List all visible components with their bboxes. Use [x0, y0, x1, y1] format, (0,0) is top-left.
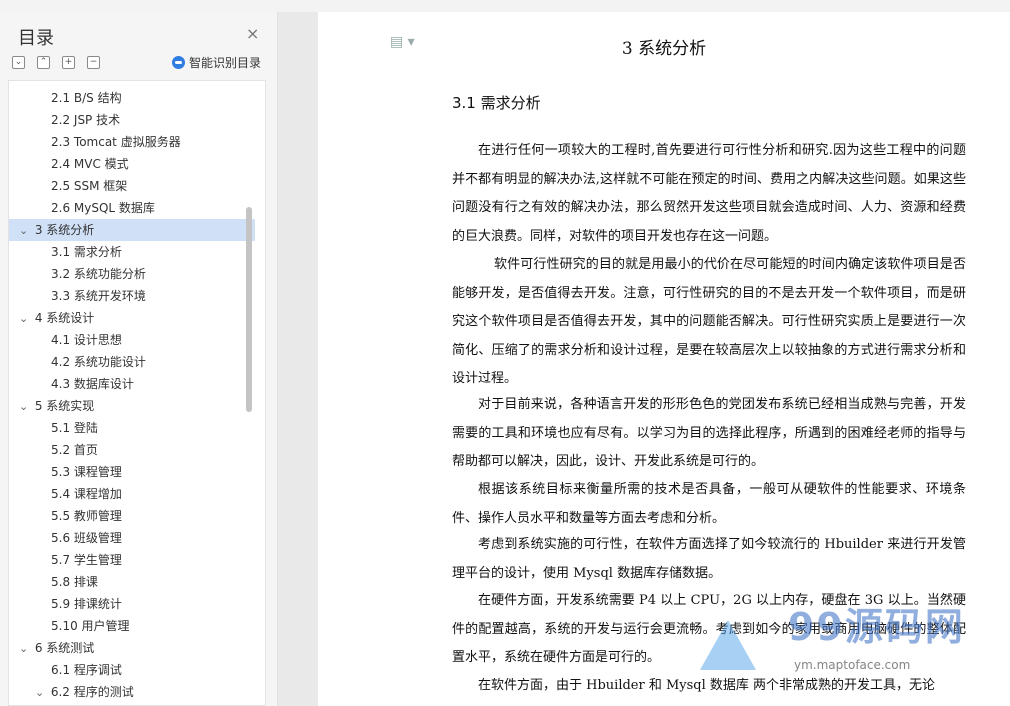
toc-item[interactable]: 5.7 学生管理: [9, 549, 265, 571]
toc-item[interactable]: 4.1 设计思想: [9, 329, 265, 351]
toc-item[interactable]: 6.1 程序调试: [9, 659, 265, 681]
toc-item[interactable]: 2.3 Tomcat 虚拟服务器: [9, 131, 265, 153]
chevron-down-icon[interactable]: ⌄: [35, 682, 47, 704]
remove-heading-icon[interactable]: −: [87, 56, 100, 69]
chevron-down-icon[interactable]: ⌄: [19, 638, 31, 660]
toc-item[interactable]: 2.6 MySQL 数据库: [9, 197, 265, 219]
chevron-down-icon[interactable]: ⌄: [19, 220, 31, 242]
toc-item[interactable]: 2.5 SSM 框架: [9, 175, 265, 197]
toc-item[interactable]: ⌄ 6 系统测试: [9, 637, 255, 659]
toc-toolbar: ⌄ ⌃ + −: [12, 56, 100, 69]
toc-item[interactable]: 5.4 课程增加: [9, 483, 265, 505]
chevron-down-icon[interactable]: ⌄: [19, 308, 31, 330]
toc-item[interactable]: 5.1 登陆: [9, 417, 265, 439]
toc-item[interactable]: 3.3 系统开发环境: [9, 285, 265, 307]
toc-item[interactable]: 3.1 需求分析: [9, 241, 265, 263]
smart-toc-label: 智能识别目录: [189, 56, 262, 70]
chevron-down-icon[interactable]: ⌄: [19, 396, 31, 418]
collapse-all-icon[interactable]: ⌄: [12, 56, 25, 69]
toc-item[interactable]: 5.2 首页: [9, 439, 265, 461]
toc-item[interactable]: 5.8 排课: [9, 571, 265, 593]
chapter-title: 3 系统分析: [621, 39, 707, 59]
toc-item[interactable]: 5.6 班级管理: [9, 527, 265, 549]
toc-list: 2.1 B/S 结构 2.2 JSP 技术 2.3 Tomcat 虚拟服务器 2…: [8, 80, 266, 706]
close-icon[interactable]: ×: [246, 24, 259, 43]
paragraph: 根据该系统目标来衡量所需的技术是否具备，一般可从硬软件的性能要求、环境条件、操作…: [452, 482, 966, 526]
toc-item[interactable]: ⌄ 4 系统设计: [9, 307, 255, 329]
toc-scrollbar[interactable]: [246, 207, 252, 412]
paragraph: 对于目前来说，各种语言开发的形形色色的党团发布系统已经相当成熟与完善，开发需要的…: [452, 397, 966, 469]
watermark: 99源码网 ym.maptoface.com: [700, 596, 1010, 692]
toc-item[interactable]: 2.2 JSP 技术: [9, 109, 265, 131]
toc-item[interactable]: 5.5 教师管理: [9, 505, 265, 527]
toc-item[interactable]: 3.2 系统功能分析: [9, 263, 265, 285]
watermark-url: ym.maptoface.com: [794, 658, 911, 672]
paragraph: 考虑到系统实施的可行性，在软件方面选择了如今较流行的 Hbuilder 来进行开…: [452, 537, 966, 581]
toc-item[interactable]: 2.1 B/S 结构: [9, 87, 265, 109]
expand-up-icon[interactable]: ⌃: [37, 56, 50, 69]
top-strip: [0, 0, 1010, 12]
watermark-text: 99源码网: [788, 605, 965, 649]
toc-item-selected[interactable]: ⌄ 3 系统分析: [9, 219, 255, 241]
toc-item[interactable]: 2.4 MVC 模式: [9, 153, 265, 175]
toc-item[interactable]: 5.9 排课统计: [9, 593, 265, 615]
toc-item[interactable]: 5.3 课程管理: [9, 461, 265, 483]
smart-recognize-icon: [172, 56, 185, 69]
toc-item[interactable]: 4.2 系统功能设计: [9, 351, 265, 373]
section-title: 3.1 需求分析: [452, 94, 541, 112]
toc-sidebar: 目录 × ⌄ ⌃ + − 智能识别目录 2.1 B/S 结构 2.2 JSP 技…: [0, 12, 278, 706]
watermark-logo-icon: [700, 620, 756, 670]
toc-item[interactable]: ⌄ 6.2 程序的测试: [9, 681, 265, 704]
smart-toc-button[interactable]: 智能识别目录: [172, 54, 261, 71]
toc-item[interactable]: ⌄ 5 系统实现: [9, 395, 255, 417]
toc-item[interactable]: 5.10 用户管理: [9, 615, 265, 637]
paragraph: 软件可行性研究的目的就是用最小的代价在尽可能短的时间内确定该软件项目是否能够开发…: [452, 257, 966, 386]
toc-title: 目录: [18, 28, 54, 49]
paragraph: 在进行任何一项较大的工程时,首先要进行可行性分析和研究.因为这些工程中的问题并不…: [452, 143, 966, 244]
toc-item[interactable]: 4.3 数据库设计: [9, 373, 265, 395]
add-heading-icon[interactable]: +: [62, 56, 75, 69]
